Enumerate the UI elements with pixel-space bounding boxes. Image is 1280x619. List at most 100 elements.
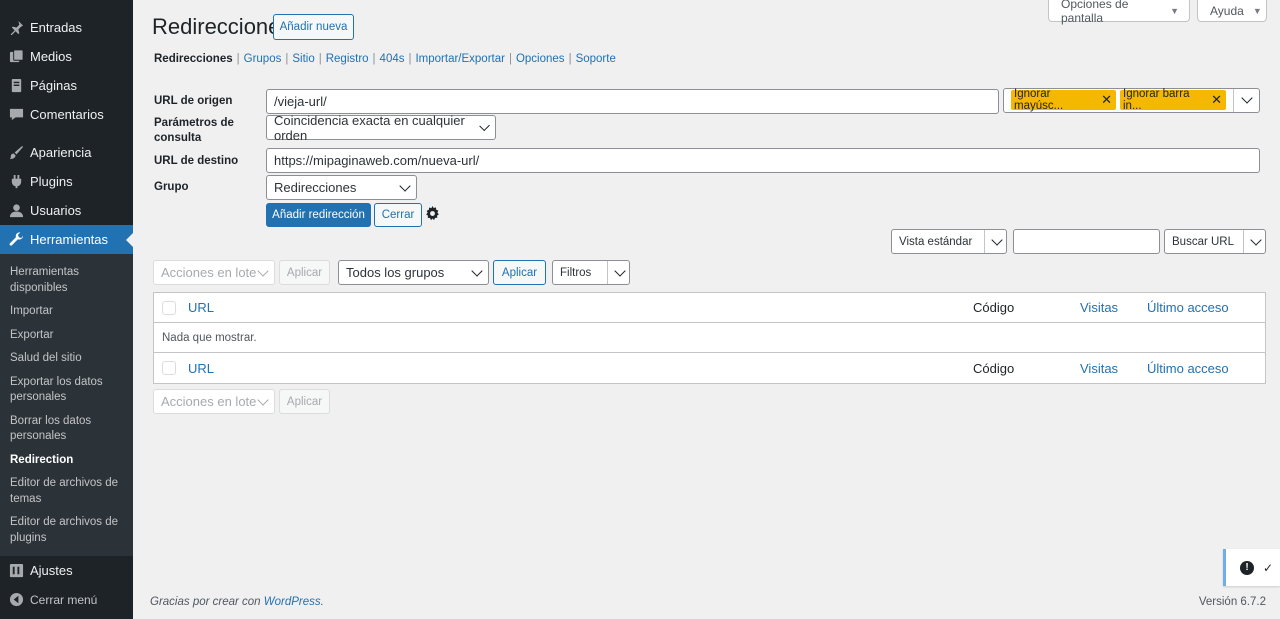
sidebar-item-label: Páginas	[30, 78, 77, 93]
view-select[interactable]: Vista estándar	[891, 229, 1007, 254]
query-params-value: Coincidencia exacta en cualquier orden	[274, 112, 465, 143]
query-params-select[interactable]: Coincidencia exacta en cualquier orden	[266, 112, 496, 143]
apply-bulk-button-bottom[interactable]: Aplicar	[279, 389, 330, 414]
chevron-down-icon	[471, 264, 483, 277]
sidebar-item-apariencia[interactable]: Apariencia	[0, 138, 133, 167]
page-icon	[8, 78, 24, 94]
subnav-item[interactable]: Grupos	[244, 53, 282, 65]
subnav-item[interactable]: Soporte	[576, 53, 616, 65]
subnav-item[interactable]: 404s	[380, 53, 405, 65]
footer-thanks-text: Gracias por crear con	[150, 596, 264, 608]
flag-label: Ignorar barra in...	[1123, 88, 1190, 112]
sidebar-item-label: Entradas	[30, 20, 83, 35]
subnav-item[interactable]: Redirecciones	[154, 53, 233, 65]
submenu-item[interactable]: Herramientas disponibles	[0, 261, 133, 300]
column-hits[interactable]: Visitas	[1080, 361, 1118, 376]
pin-icon	[8, 20, 24, 36]
subnav-item[interactable]: Registro	[326, 53, 369, 65]
check-icon[interactable]: ✓	[1263, 561, 1273, 575]
group-select[interactable]: Redirecciones	[266, 175, 417, 200]
flag-ignore-case[interactable]: Ignorar mayúsc... ✕	[1011, 88, 1116, 112]
table-footer-row: URL Código Visitas Último acceso	[154, 353, 1265, 383]
submenu-item[interactable]: Redirection	[0, 449, 133, 473]
filters-select[interactable]: Filtros	[552, 260, 630, 285]
chevron-down-icon	[991, 233, 1003, 246]
select-all-checkbox[interactable]	[162, 361, 176, 375]
redirects-table: URL Código Visitas Último acceso Nada qu…	[153, 292, 1266, 384]
add-redirect-button[interactable]: Añadir redirección	[266, 203, 371, 227]
column-url[interactable]: URL	[188, 361, 214, 376]
column-last-access[interactable]: Último acceso	[1147, 361, 1229, 376]
sidebar-item-label: Comentarios	[30, 107, 104, 122]
sidebar-item-label: Plugins	[30, 174, 73, 189]
view-value: Vista estándar	[899, 235, 973, 248]
sidebar-item-medios[interactable]: Medios	[0, 42, 133, 71]
alert-icon: !	[1240, 560, 1254, 575]
submenu-item[interactable]: Salud del sitio	[0, 347, 133, 371]
group-filter-select[interactable]: Todos los grupos	[338, 260, 489, 285]
column-url[interactable]: URL	[188, 300, 214, 315]
target-url-input[interactable]: https://mipaginaweb.com/nueva-url/	[266, 148, 1260, 173]
add-new-button[interactable]: Añadir nueva	[273, 14, 354, 40]
subnav-divider: |	[372, 53, 376, 65]
gear-icon[interactable]	[425, 206, 440, 221]
sidebar-item-label: Usuarios	[30, 203, 82, 218]
submenu-item[interactable]: Borrar los datos personales	[0, 410, 133, 449]
search-input[interactable]	[1013, 229, 1160, 254]
group-value: Redirecciones	[274, 180, 357, 195]
submenu-item[interactable]: Editor de archivos de plugins	[0, 511, 133, 550]
screen-options-button[interactable]: Opciones de pantalla ▼	[1048, 0, 1190, 25]
column-hits[interactable]: Visitas	[1080, 300, 1118, 315]
notice-toast[interactable]: ! ✓	[1223, 549, 1280, 586]
admin-sidebar: Entradas Medios Páginas Comentarios Aparien…	[0, 0, 133, 619]
sidebar-item-ajustes[interactable]: Ajustes	[0, 556, 133, 585]
close-button[interactable]: Cerrar	[374, 203, 422, 227]
help-label: Ayuda	[1210, 3, 1244, 18]
footer-version: Versión 6.7.2	[1198, 596, 1266, 608]
select-all-checkbox[interactable]	[162, 300, 176, 315]
chevron-down-icon	[399, 179, 411, 192]
subnav-item[interactable]: Opciones	[516, 53, 565, 65]
close-icon[interactable]: ✕	[1211, 92, 1222, 108]
bulk-actions-select-top[interactable]: Acciones en lote	[153, 260, 275, 285]
bulk-actions-value: Acciones en lote	[161, 265, 257, 280]
wordpress-link[interactable]: WordPress	[264, 596, 321, 608]
sidebar-item-usuarios[interactable]: Usuarios	[0, 196, 133, 225]
sidebar-item-entradas[interactable]: Entradas	[0, 13, 133, 42]
help-button[interactable]: Ayuda ▼	[1197, 0, 1267, 22]
bulk-actions-select-bottom[interactable]: Acciones en lote	[153, 389, 275, 414]
apply-group-filter-button[interactable]: Aplicar	[493, 260, 546, 285]
chevron-down-icon	[257, 393, 269, 406]
brush-icon	[8, 145, 24, 161]
table-header-row: URL Código Visitas Último acceso	[154, 293, 1265, 323]
subnav-item[interactable]: Importar/Exportar	[415, 53, 504, 65]
submenu-item[interactable]: Editor de archivos de temas	[0, 472, 133, 511]
close-icon[interactable]: ✕	[1101, 92, 1112, 108]
submenu-item[interactable]: Exportar	[0, 324, 133, 348]
subnav-item[interactable]: Sitio	[292, 53, 314, 65]
empty-message: Nada que mostrar.	[162, 331, 257, 344]
source-url-input[interactable]: /vieja-url/	[266, 89, 999, 114]
apply-bulk-button-top[interactable]: Aplicar	[279, 260, 330, 285]
column-last-access[interactable]: Último acceso	[1147, 300, 1229, 315]
subnav-divider: |	[236, 53, 240, 65]
search-url-button[interactable]: Buscar URL	[1164, 229, 1266, 254]
submenu-item[interactable]: Importar	[0, 300, 133, 324]
subnav-divider: |	[318, 53, 322, 65]
sidebar-item-plugins[interactable]: Plugins	[0, 167, 133, 196]
chevron-down-icon	[614, 264, 626, 277]
sub-navigation: Redirecciones | Grupos | Sitio | Registro | 404s…	[154, 53, 616, 65]
sidebar-item-herramientas[interactable]: Herramientas	[0, 225, 133, 254]
tools-submenu: Herramientas disponibles Importar Exportar…	[0, 254, 133, 556]
submenu-item[interactable]: Exportar los datos personales	[0, 371, 133, 410]
collapse-icon	[8, 592, 24, 608]
column-code: Código	[973, 300, 1015, 315]
subnav-divider: |	[285, 53, 289, 65]
footer-period: .	[320, 596, 324, 608]
sidebar-item-comentarios[interactable]: Comentarios	[0, 100, 133, 129]
collapse-menu-button[interactable]: Cerrar menú	[0, 585, 133, 614]
sidebar-item-páginas[interactable]: Páginas	[0, 71, 133, 100]
divider	[1233, 89, 1234, 112]
flag-ignore-slash[interactable]: Ignorar barra in... ✕	[1120, 88, 1226, 112]
sidebar-item-label: Medios	[30, 49, 72, 64]
